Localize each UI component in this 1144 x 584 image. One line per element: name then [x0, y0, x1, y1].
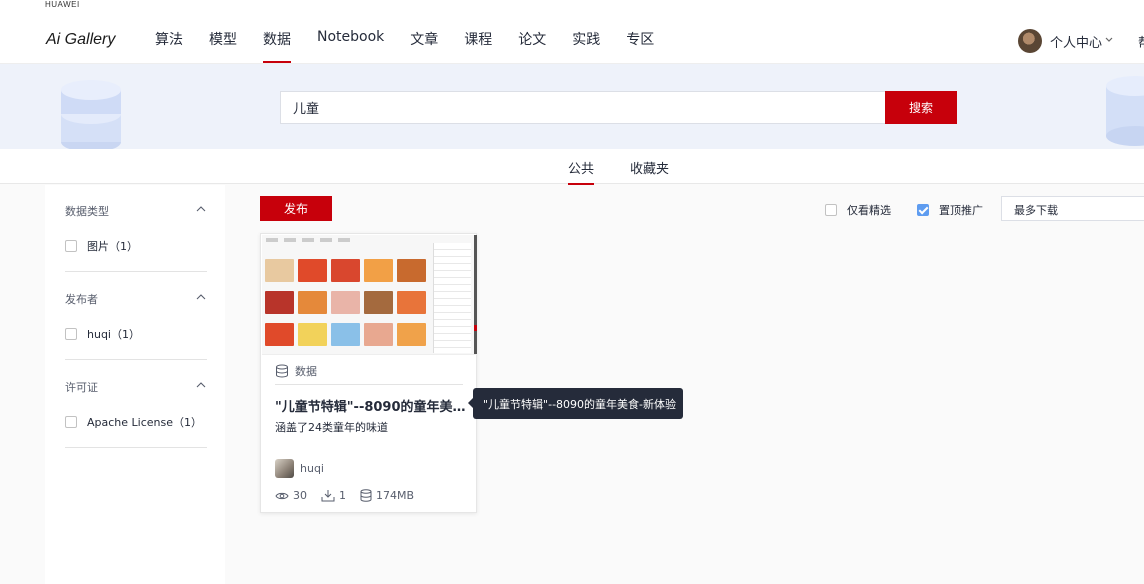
top-navigation-bar: HUAWEI Ai Gallery 算法 模型 数据 Notebook 文章 课…: [0, 0, 1144, 64]
help-link-partial[interactable]: 帮: [1138, 32, 1144, 51]
card-stats: 30 1 174MB: [275, 489, 428, 502]
tab-favorites[interactable]: 收藏夹: [630, 158, 669, 184]
nav-item-model[interactable]: 模型: [209, 29, 237, 63]
checkbox[interactable]: [65, 240, 77, 252]
ai-gallery-logo[interactable]: Ai Gallery: [46, 31, 115, 49]
section-title[interactable]: 发布者: [65, 291, 207, 307]
card-description: 涵盖了24类童年的味道: [275, 421, 388, 434]
chevron-up-icon[interactable]: [195, 291, 207, 303]
database-decoration-icon: [1106, 76, 1144, 146]
download-count: 1: [321, 489, 346, 502]
nav-item-algorithm[interactable]: 算法: [155, 29, 183, 63]
dataset-size: 174MB: [360, 489, 414, 502]
nav-item-article[interactable]: 文章: [410, 29, 438, 63]
dataset-thumbnail[interactable]: [262, 235, 477, 355]
card-type: 数据: [275, 363, 317, 379]
filter-sidebar: 数据类型 图片（1） 发布者 huqi（1） 许可证 Apache Licens…: [45, 185, 225, 584]
filter-option-apache[interactable]: Apache License（1）: [65, 414, 202, 430]
filter-section-publisher: 发布者 huqi（1）: [65, 291, 207, 341]
user-center-label[interactable]: 个人中心: [1050, 32, 1102, 51]
pinned-promo-filter[interactable]: 置顶推广: [917, 202, 983, 218]
divider: [65, 359, 207, 360]
section-title[interactable]: 数据类型: [65, 203, 207, 219]
user-avatar[interactable]: [1018, 29, 1042, 53]
nav-item-course[interactable]: 课程: [464, 29, 492, 63]
nav-item-zone[interactable]: 专区: [626, 29, 654, 63]
filter-section-license: 许可证 Apache License（1）: [65, 379, 207, 429]
search-button[interactable]: 搜索: [885, 91, 957, 124]
divider: [275, 384, 463, 385]
chevron-up-icon[interactable]: [195, 379, 207, 391]
dataset-card[interactable]: 数据 "儿童节特辑"--8090的童年美食-新体验 涵盖了24类童年的味道 hu…: [260, 233, 477, 513]
nav-item-practice[interactable]: 实践: [572, 29, 600, 63]
card-author[interactable]: huqi: [275, 459, 324, 478]
eye-icon: [275, 492, 289, 499]
filter-option-huqi[interactable]: huqi（1）: [65, 326, 140, 342]
download-icon: [321, 490, 335, 502]
filter-label: 仅看精选: [847, 204, 891, 217]
option-label: Apache License（1）: [87, 416, 203, 429]
nav-item-data[interactable]: 数据: [263, 29, 291, 63]
option-label: huqi（1）: [87, 328, 140, 341]
filter-label: 置顶推广: [939, 204, 983, 217]
avatar[interactable]: [275, 459, 294, 478]
database-decoration-icon: [61, 80, 121, 149]
view-count: 30: [275, 489, 307, 502]
thumbnail-header: [266, 238, 426, 244]
card-type-label: 数据: [295, 365, 317, 378]
checkbox[interactable]: [825, 204, 837, 216]
checkbox[interactable]: [65, 416, 77, 428]
option-label: 图片（1）: [87, 240, 138, 253]
featured-only-filter[interactable]: 仅看精选: [825, 202, 891, 218]
user-menu[interactable]: 个人中心: [1018, 29, 1113, 53]
checkbox-checked[interactable]: [917, 204, 929, 216]
checkbox[interactable]: [65, 328, 77, 340]
author-name[interactable]: huqi: [300, 462, 324, 475]
thumbnail-image-grid: [265, 259, 430, 350]
divider: [65, 447, 207, 448]
chevron-down-icon[interactable]: [1105, 36, 1113, 46]
search-input[interactable]: [280, 91, 886, 124]
nav-item-paper[interactable]: 论文: [518, 29, 546, 63]
nav-item-notebook[interactable]: Notebook: [317, 29, 384, 63]
scope-tabs: 公共 收藏夹: [0, 149, 1144, 185]
sort-select[interactable]: 最多下载: [1001, 196, 1144, 221]
filter-option-image[interactable]: 图片（1）: [65, 238, 138, 254]
main-nav: 算法 模型 数据 Notebook 文章 课程 论文 实践 专区: [142, 29, 667, 63]
thumbnail-scrollbar: [474, 235, 477, 354]
publish-button[interactable]: 发布: [260, 196, 332, 221]
divider: [65, 271, 207, 272]
title-tooltip: "儿童节特辑"--8090的童年美食-新体验: [468, 388, 683, 419]
chevron-up-icon[interactable]: [195, 203, 207, 215]
huawei-logo[interactable]: HUAWEI: [45, 0, 80, 9]
filter-section-data-type: 数据类型 图片（1）: [65, 203, 207, 253]
database-icon: [276, 364, 288, 378]
storage-icon: [360, 489, 372, 502]
card-title[interactable]: "儿童节特辑"--8090的童年美食-新体验: [275, 396, 467, 415]
thumbnail-sidebar: [433, 243, 471, 353]
section-title[interactable]: 许可证: [65, 379, 207, 395]
tab-public[interactable]: 公共: [568, 158, 595, 185]
search-banner: 搜索: [0, 64, 1144, 149]
